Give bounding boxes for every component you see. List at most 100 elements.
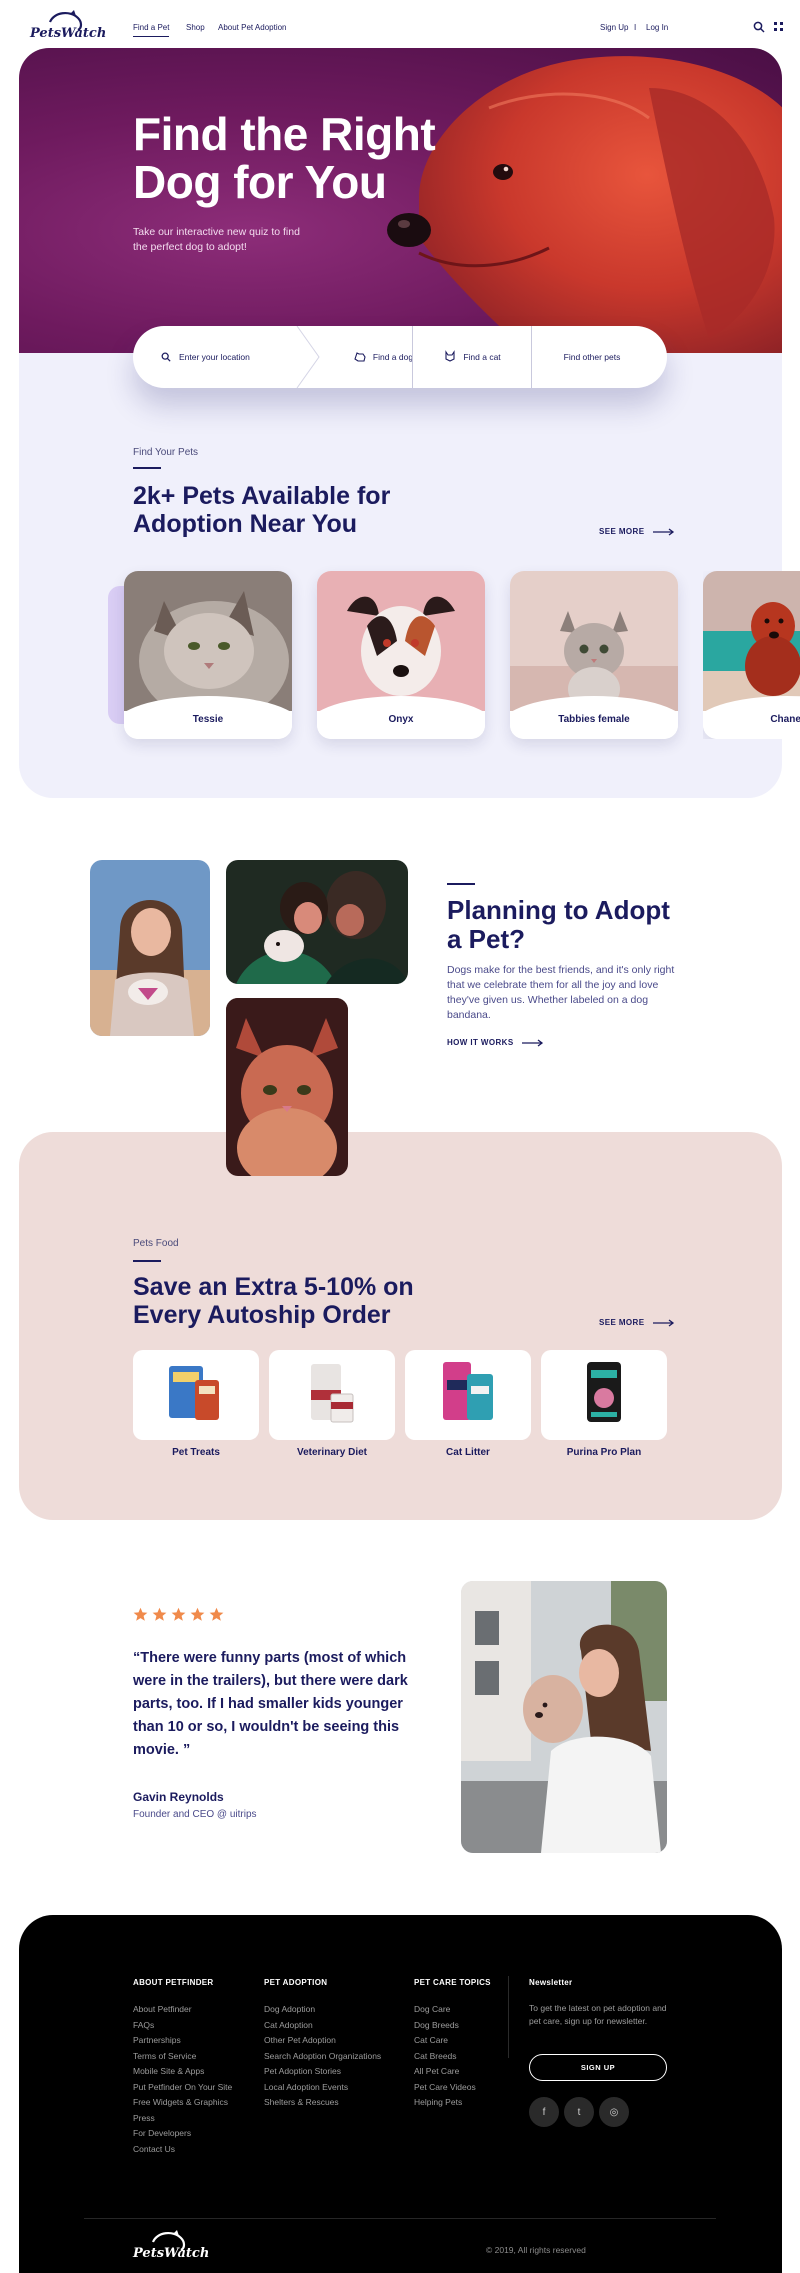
footer-link[interactable]: Pet Adoption Stories	[264, 2066, 341, 2076]
footer-brand-name: PetsWatch	[133, 2246, 210, 2261]
food-see-more-link[interactable]: SEE MORE	[599, 1318, 675, 1327]
nav-find-a-pet[interactable]: Find a Pet	[133, 23, 170, 37]
footer-link[interactable]: For Developers	[133, 2128, 191, 2138]
nav-shop[interactable]: Shop	[186, 23, 205, 32]
pet-card[interactable]: Tessie	[124, 571, 292, 739]
product-image-purina-pro-plan	[587, 1362, 621, 1422]
footer-link[interactable]: Terms of Service	[133, 2051, 196, 2061]
how-it-works-link[interactable]: HOW IT WORKS	[447, 1038, 544, 1047]
photo-couple-with-dog	[226, 860, 408, 984]
footer-link[interactable]: Pet Care Videos	[414, 2082, 476, 2092]
nav-about-pet-adoption[interactable]: About Pet Adoption	[218, 23, 287, 32]
menu-grid-icon[interactable]	[773, 20, 785, 32]
newsletter-text: To get the latest on pet adoption and pe…	[529, 2003, 667, 2026]
product-card[interactable]	[405, 1350, 531, 1440]
kicker-rule	[133, 1260, 161, 1262]
location-chevron-divider	[296, 326, 320, 388]
signup-link[interactable]: Sign Up	[600, 23, 628, 32]
find-dog-label: Find a dog	[372, 352, 414, 362]
testimonial-author-role: Founder and CEO @ uitrips	[133, 1809, 257, 1820]
footer-link[interactable]: Partnerships	[133, 2035, 181, 2045]
testimonial-author: Gavin Reynolds	[133, 1790, 224, 1804]
arrow-right-icon	[522, 1039, 544, 1047]
pet-card[interactable]: Onyx	[317, 571, 485, 739]
star-icon	[171, 1607, 186, 1621]
footer-links-pet-adoption: Dog Adoption Cat Adoption Other Pet Adop…	[264, 2002, 381, 2111]
footer-link[interactable]: Other Pet Adoption	[264, 2035, 336, 2045]
hero-subtitle: Take our interactive new quiz to find th…	[133, 225, 353, 255]
planning-body: Dogs make for the best friends, and it's…	[447, 964, 675, 1021]
find-cat-tab[interactable]: Find a cat	[413, 326, 531, 388]
footer-link[interactable]: All Pet Care	[414, 2066, 459, 2076]
footer-link[interactable]: Contact Us	[133, 2144, 175, 2154]
find-other-pets-tab[interactable]: Find other pets	[531, 326, 653, 388]
footer-link[interactable]: Search Adoption Organizations	[264, 2051, 381, 2061]
hero-title-line-2: Dog for You	[133, 156, 387, 208]
pet-card[interactable]: Chanel	[703, 571, 800, 739]
footer-link[interactable]: Cat Care	[414, 2035, 448, 2045]
hero-title-line-1: Find the Right	[133, 108, 436, 160]
facebook-icon[interactable]: f	[529, 2097, 559, 2127]
food-title-line-1: Save an Extra 5-10% on	[133, 1273, 414, 1301]
pets-section-title: 2k+ Pets Available for Adoption Near You	[133, 482, 390, 538]
login-link[interactable]: Log In	[646, 23, 668, 32]
search-icon	[161, 352, 171, 362]
brand-name: PetsWatch	[30, 26, 107, 41]
footer-heading-pet-care: PET CARE TOPICS	[414, 1978, 491, 1987]
dog-icon	[353, 349, 367, 365]
footer-link[interactable]: About Petfinder	[133, 2004, 192, 2014]
product-image-cat-litter	[443, 1362, 493, 1420]
footer-link[interactable]: Local Adoption Events	[264, 2082, 348, 2092]
product-card[interactable]	[541, 1350, 667, 1440]
search-icon[interactable]	[753, 20, 765, 33]
see-more-label: SEE MORE	[599, 527, 645, 536]
footer-link[interactable]: Dog Adoption	[264, 2004, 315, 2014]
hero-subtitle-line-1: Take our interactive new quiz to find	[133, 226, 300, 238]
pet-name: Onyx	[388, 714, 414, 725]
footer-column-divider	[508, 1976, 509, 2058]
footer-link[interactable]: Cat Breeds	[414, 2051, 457, 2061]
pet-card[interactable]: Tabbies female	[510, 571, 678, 739]
photo-woman-with-dog	[90, 860, 210, 1036]
footer-link[interactable]: Cat Adoption	[264, 2020, 313, 2030]
footer-link[interactable]: Put Petfinder On Your Site	[133, 2082, 232, 2092]
newsletter-signup-button[interactable]: SIGN UP	[529, 2054, 667, 2081]
pet-card-clip: Chanel	[703, 571, 800, 739]
brand-logo[interactable]: PetsWatch	[30, 8, 106, 46]
food-title-line-2: Every Autoship Order	[133, 1301, 391, 1329]
testimonial-quote: “There were funny parts (most of which w…	[133, 1650, 408, 1758]
pet-photo-dog-onyx	[317, 571, 485, 711]
food-section-title: Save an Extra 5-10% on Every Autoship Or…	[133, 1273, 414, 1329]
dribbble-icon[interactable]: ◎	[599, 2097, 629, 2127]
footer-link[interactable]: Dog Care	[414, 2004, 450, 2014]
product-card[interactable]	[133, 1350, 259, 1440]
pet-search-bar: Enter your location Find a dog Find a ca…	[133, 326, 667, 388]
footer-link[interactable]: Shelters & Rescues	[264, 2097, 339, 2107]
product-card[interactable]	[269, 1350, 395, 1440]
pet-name: Chanel	[770, 714, 800, 725]
pet-photo-cat-tabbies	[510, 571, 678, 711]
star-icon	[190, 1607, 205, 1621]
footer-link[interactable]: Free Widgets & Graphics	[133, 2097, 228, 2107]
footer-divider	[84, 2218, 716, 2219]
hero-title: Find the Right Dog for You	[133, 108, 436, 208]
footer-link[interactable]: Press	[133, 2113, 155, 2123]
footer-link[interactable]: FAQs	[133, 2020, 154, 2030]
copyright-text: © 2019, All rights reserved	[486, 2245, 586, 2255]
footer-link[interactable]: Helping Pets	[414, 2097, 462, 2107]
how-it-works-label: HOW IT WORKS	[447, 1038, 514, 1047]
cat-icon	[443, 349, 457, 365]
product-name: Veterinary Diet	[296, 1447, 368, 1458]
planning-title: Planning to Adopt a Pet?	[447, 896, 670, 954]
footer-link[interactable]: Mobile Site & Apps	[133, 2066, 204, 2076]
product-name: Cat Litter	[446, 1447, 490, 1458]
footer-link[interactable]: Dog Breeds	[414, 2020, 459, 2030]
pet-name: Tabbies female	[558, 714, 630, 725]
footer-brand-logo[interactable]: PetsWatch	[133, 2228, 209, 2264]
pets-see-more-link[interactable]: SEE MORE	[599, 527, 675, 536]
nav-separator: I	[634, 23, 637, 32]
footer-links-about: About Petfinder FAQs Partnerships Terms …	[133, 2002, 232, 2157]
hero-subtitle-line-2: the perfect dog to adopt!	[133, 241, 247, 253]
twitter-icon[interactable]: t	[564, 2097, 594, 2127]
newsletter-heading: Newsletter	[529, 1978, 573, 1987]
